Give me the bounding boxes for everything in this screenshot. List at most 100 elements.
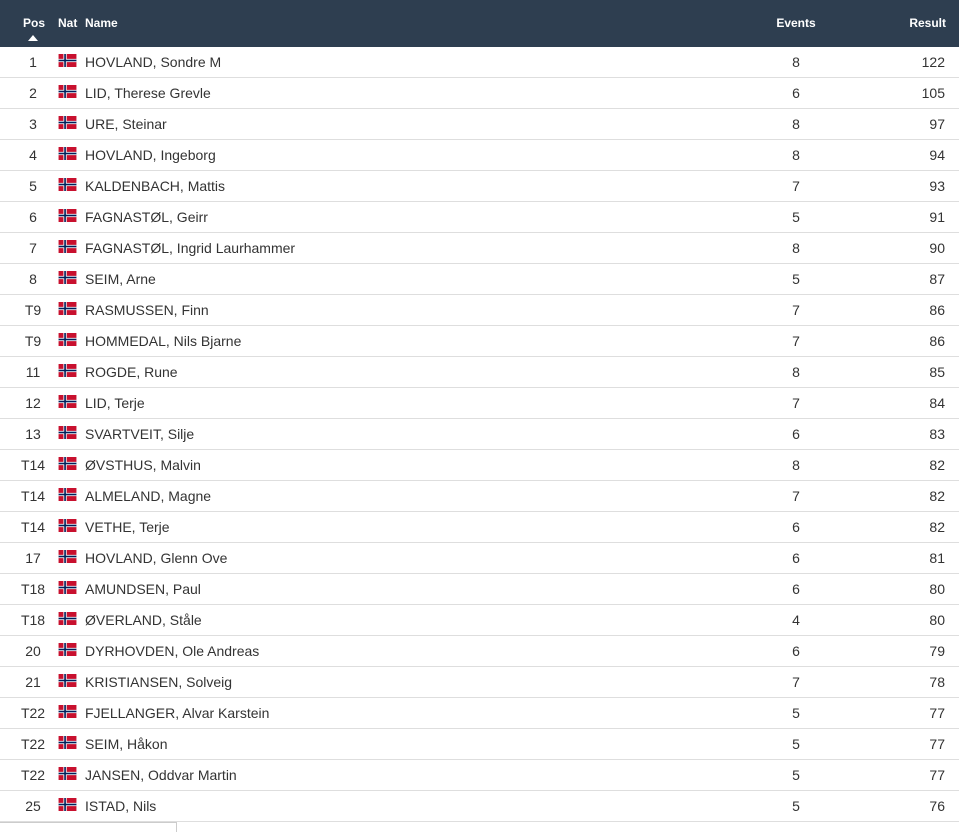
cell-name[interactable]: HOMMEDAL, Nils Bjarne xyxy=(85,333,241,349)
cell-name[interactable]: VETHE, Terje xyxy=(85,519,170,535)
column-header-name[interactable]: Name xyxy=(85,16,118,30)
cell-name[interactable]: ØVERLAND, Ståle xyxy=(85,612,202,628)
cell-name[interactable]: URE, Steinar xyxy=(85,116,167,132)
norway-flag-icon xyxy=(58,643,77,656)
table-row[interactable]: 17 HOVLAND, Glenn Ove 6 81 xyxy=(0,543,959,574)
table-row[interactable]: 11 ROGDE, Rune 8 85 xyxy=(0,357,959,388)
cell-result: 77 xyxy=(929,736,945,752)
table-row[interactable]: T9 RASMUSSEN, Finn 7 86 xyxy=(0,295,959,326)
cell-events: 4 xyxy=(792,612,800,628)
cell-name[interactable]: KALDENBACH, Mattis xyxy=(85,178,225,194)
table-row[interactable]: 25 ISTAD, Nils 5 76 xyxy=(0,791,959,822)
table-row[interactable]: 13 SVARTVEIT, Silje 6 83 xyxy=(0,419,959,450)
norway-flag-icon xyxy=(58,116,77,129)
table-row[interactable]: 2 LID, Therese Grevle 6 105 xyxy=(0,78,959,109)
cell-events: 8 xyxy=(792,54,800,70)
table-row[interactable]: 8 SEIM, Arne 5 87 xyxy=(0,264,959,295)
cell-name[interactable]: FAGNASTØL, Geirr xyxy=(85,209,208,225)
cell-pos: 20 xyxy=(25,643,41,659)
cell-events: 5 xyxy=(792,736,800,752)
cell-result: 78 xyxy=(929,674,945,690)
cell-result: 81 xyxy=(929,550,945,566)
cell-name[interactable]: HOVLAND, Glenn Ove xyxy=(85,550,227,566)
norway-flag-icon xyxy=(58,364,77,377)
cell-name[interactable]: HOVLAND, Sondre M xyxy=(85,54,221,70)
cell-events: 8 xyxy=(792,457,800,473)
cell-events: 5 xyxy=(792,705,800,721)
table-row[interactable]: T9 HOMMEDAL, Nils Bjarne 7 86 xyxy=(0,326,959,357)
cell-name[interactable]: DYRHOVDEN, Ole Andreas xyxy=(85,643,259,659)
table-row[interactable]: T22 FJELLANGER, Alvar Karstein 5 77 xyxy=(0,698,959,729)
cell-name[interactable]: ISTAD, Nils xyxy=(85,798,156,814)
sort-ascending-icon[interactable] xyxy=(28,35,38,41)
cell-name[interactable]: ROGDE, Rune xyxy=(85,364,178,380)
cell-result: 80 xyxy=(929,612,945,628)
norway-flag-icon xyxy=(58,85,77,98)
table-row[interactable]: 3 URE, Steinar 8 97 xyxy=(0,109,959,140)
norway-flag-icon xyxy=(58,674,77,687)
cell-name[interactable]: SEIM, Håkon xyxy=(85,736,167,752)
cell-name[interactable]: AMUNDSEN, Paul xyxy=(85,581,201,597)
cell-result: 91 xyxy=(929,209,945,225)
norway-flag-icon xyxy=(58,798,77,811)
norway-flag-icon xyxy=(58,271,77,284)
table-row[interactable]: T14 ALMELAND, Magne 7 82 xyxy=(0,481,959,512)
table-row[interactable]: 6 FAGNASTØL, Geirr 5 91 xyxy=(0,202,959,233)
column-header-pos[interactable]: Pos xyxy=(22,16,46,30)
cell-events: 8 xyxy=(792,364,800,380)
results-table: Pos Nat Name Events Result 1 HOVLAND, So… xyxy=(0,0,959,822)
cell-name[interactable]: FAGNASTØL, Ingrid Laurhammer xyxy=(85,240,295,256)
cell-result: 79 xyxy=(929,643,945,659)
cell-name[interactable]: RASMUSSEN, Finn xyxy=(85,302,209,318)
table-row[interactable]: T18 ØVERLAND, Ståle 4 80 xyxy=(0,605,959,636)
cell-events: 6 xyxy=(792,581,800,597)
column-header-events[interactable]: Events xyxy=(762,16,830,30)
table-row[interactable]: 5 KALDENBACH, Mattis 7 93 xyxy=(0,171,959,202)
cell-result: 86 xyxy=(929,333,945,349)
norway-flag-icon xyxy=(58,178,77,191)
cell-events: 6 xyxy=(792,643,800,659)
table-row[interactable]: T22 SEIM, Håkon 5 77 xyxy=(0,729,959,760)
cell-name[interactable]: FJELLANGER, Alvar Karstein xyxy=(85,705,269,721)
cell-name[interactable]: LID, Terje xyxy=(85,395,145,411)
column-header-nat[interactable]: Nat xyxy=(58,16,77,30)
cell-events: 8 xyxy=(792,147,800,163)
table-row[interactable]: 21 KRISTIANSEN, Solveig 7 78 xyxy=(0,667,959,698)
norway-flag-icon xyxy=(58,302,77,315)
cell-events: 6 xyxy=(792,426,800,442)
table-row[interactable]: 1 HOVLAND, Sondre M 8 122 xyxy=(0,47,959,78)
table-body: 1 HOVLAND, Sondre M 8 122 2 LID, Therese… xyxy=(0,47,959,822)
table-row[interactable]: 7 FAGNASTØL, Ingrid Laurhammer 8 90 xyxy=(0,233,959,264)
table-row[interactable]: T18 AMUNDSEN, Paul 6 80 xyxy=(0,574,959,605)
norway-flag-icon xyxy=(58,705,77,718)
cell-result: 84 xyxy=(929,395,945,411)
cell-name[interactable]: ALMELAND, Magne xyxy=(85,488,211,504)
column-header-result[interactable]: Result xyxy=(909,16,946,30)
table-row[interactable]: T14 ØVSTHUS, Malvin 8 82 xyxy=(0,450,959,481)
cell-pos: T14 xyxy=(20,519,46,535)
norway-flag-icon xyxy=(58,581,77,594)
cell-pos: T18 xyxy=(20,612,46,628)
cell-result: 97 xyxy=(929,116,945,132)
cell-name[interactable]: SVARTVEIT, Silje xyxy=(85,426,194,442)
table-row[interactable]: 4 HOVLAND, Ingeborg 8 94 xyxy=(0,140,959,171)
table-row[interactable]: 20 DYRHOVDEN, Ole Andreas 6 79 xyxy=(0,636,959,667)
table-row[interactable]: 12 LID, Terje 7 84 xyxy=(0,388,959,419)
norway-flag-icon xyxy=(58,550,77,563)
cell-events: 7 xyxy=(792,302,800,318)
table-row[interactable]: T14 VETHE, Terje 6 82 xyxy=(0,512,959,543)
cell-name[interactable]: JANSEN, Oddvar Martin xyxy=(85,767,237,783)
cell-pos: T9 xyxy=(24,302,42,318)
cell-name[interactable]: HOVLAND, Ingeborg xyxy=(85,147,216,163)
cell-pos: 7 xyxy=(29,240,37,256)
cell-events: 5 xyxy=(792,798,800,814)
norway-flag-icon xyxy=(58,643,77,656)
norway-flag-icon xyxy=(58,395,77,408)
cell-name[interactable]: SEIM, Arne xyxy=(85,271,156,287)
cell-name[interactable]: LID, Therese Grevle xyxy=(85,85,211,101)
cell-events: 5 xyxy=(792,767,800,783)
cell-name[interactable]: ØVSTHUS, Malvin xyxy=(85,457,201,473)
norway-flag-icon xyxy=(58,612,77,625)
table-row[interactable]: T22 JANSEN, Oddvar Martin 5 77 xyxy=(0,760,959,791)
cell-name[interactable]: KRISTIANSEN, Solveig xyxy=(85,674,232,690)
